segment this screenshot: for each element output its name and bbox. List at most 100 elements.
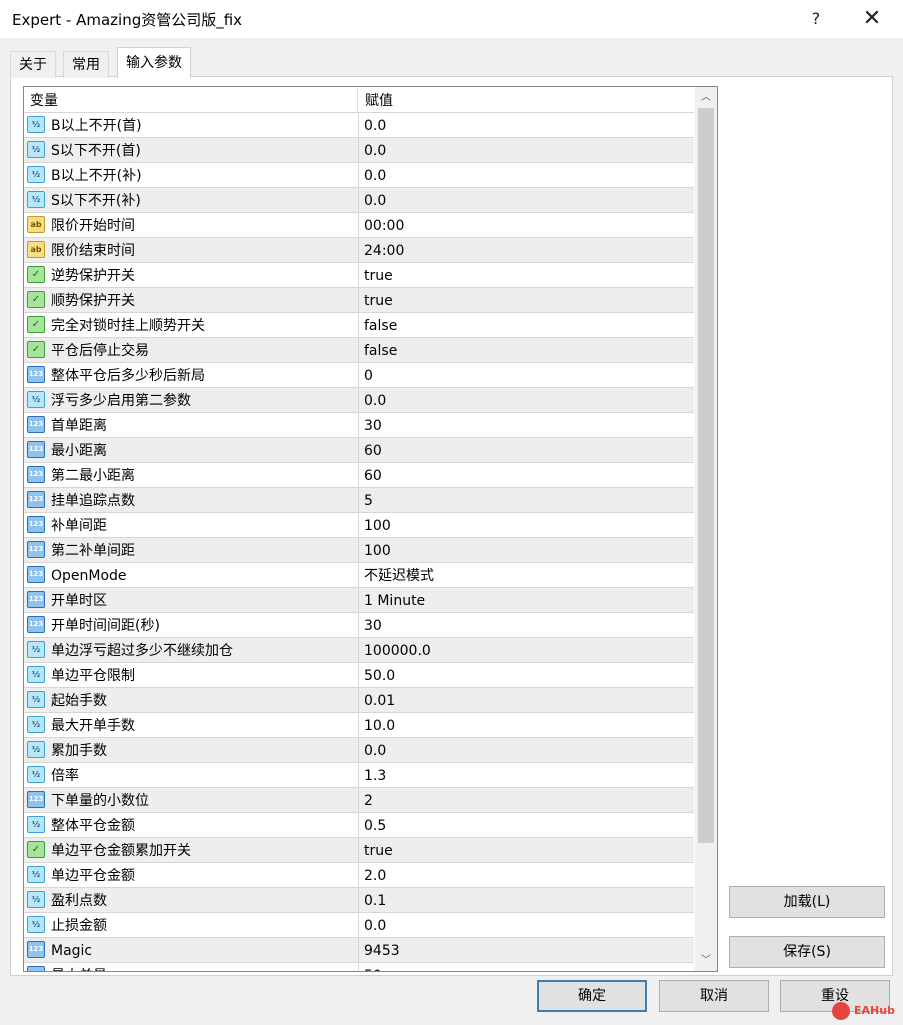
- string-type-icon: ab: [27, 216, 45, 233]
- parameter-row[interactable]: 123 第二补单间距 100: [24, 537, 694, 562]
- column-divider: [358, 338, 359, 362]
- column-divider: [358, 138, 359, 162]
- int-type-icon: 123: [27, 941, 45, 958]
- column-header-value[interactable]: 赋值: [358, 87, 694, 112]
- ok-button[interactable]: 确定: [537, 980, 647, 1012]
- parameter-row[interactable]: 123 Magic 9453: [24, 937, 694, 962]
- scroll-down-arrow-icon[interactable]: ﹀: [695, 951, 717, 971]
- parameter-value[interactable]: 100000.0: [364, 638, 690, 662]
- parameter-row[interactable]: ✓ 平仓后停止交易 false: [24, 337, 694, 362]
- parameter-value[interactable]: 24:00: [364, 238, 690, 262]
- parameter-value[interactable]: 0.0: [364, 188, 690, 212]
- parameter-value[interactable]: 2: [364, 788, 690, 812]
- parameter-value[interactable]: 00:00: [364, 213, 690, 237]
- parameter-value[interactable]: 1 Minute: [364, 588, 690, 612]
- parameter-row[interactable]: 123 OpenMode 不延迟模式: [24, 562, 694, 587]
- parameter-row[interactable]: 123 开单时间间距(秒) 30: [24, 612, 694, 637]
- parameter-value[interactable]: true: [364, 263, 690, 287]
- parameter-value[interactable]: 100: [364, 513, 690, 537]
- parameter-row[interactable]: 123 最大单量 50: [24, 962, 694, 971]
- parameter-row[interactable]: 123 挂单追踪点数 5: [24, 487, 694, 512]
- parameter-row[interactable]: ½ S以下不开(补) 0.0: [24, 187, 694, 212]
- parameter-value[interactable]: 100: [364, 538, 690, 562]
- parameter-value[interactable]: 0.0: [364, 113, 690, 137]
- parameter-row[interactable]: 123 最小距离 60: [24, 437, 694, 462]
- column-divider: [358, 213, 359, 237]
- parameter-value[interactable]: 0.0: [364, 138, 690, 162]
- parameter-row[interactable]: ✓ 完全对锁时挂上顺势开关 false: [24, 312, 694, 337]
- parameter-row[interactable]: ½ 盈利点数 0.1: [24, 887, 694, 912]
- scroll-up-arrow-icon[interactable]: ︿: [695, 88, 717, 108]
- parameter-row[interactable]: ½ B以上不开(补) 0.0: [24, 162, 694, 187]
- parameter-value[interactable]: 10.0: [364, 713, 690, 737]
- cancel-button[interactable]: 取消: [659, 980, 769, 1012]
- parameter-value[interactable]: true: [364, 838, 690, 862]
- parameter-name: 第二最小距离: [51, 468, 135, 484]
- parameter-value[interactable]: 60: [364, 438, 690, 462]
- parameter-value[interactable]: 0.0: [364, 913, 690, 937]
- parameter-row[interactable]: 123 整体平仓后多少秒后新局 0: [24, 362, 694, 387]
- parameter-row[interactable]: ½ 止损金额 0.0: [24, 912, 694, 937]
- parameter-row[interactable]: ✓ 顺势保护开关 true: [24, 287, 694, 312]
- parameter-row[interactable]: ½ S以下不开(首) 0.0: [24, 137, 694, 162]
- column-header-variable[interactable]: 变量: [24, 87, 358, 112]
- column-divider: [358, 663, 359, 687]
- parameter-value[interactable]: 0.5: [364, 813, 690, 837]
- watermark: EAHub: [832, 1000, 900, 1022]
- parameter-value[interactable]: false: [364, 338, 690, 362]
- parameter-value[interactable]: 0.0: [364, 163, 690, 187]
- float-type-icon: ½: [27, 666, 45, 683]
- parameter-value[interactable]: 9453: [364, 938, 690, 962]
- parameter-value[interactable]: true: [364, 288, 690, 312]
- parameter-row[interactable]: ab 限价开始时间 00:00: [24, 212, 694, 237]
- parameter-row[interactable]: 123 下单量的小数位 2: [24, 787, 694, 812]
- parameter-row[interactable]: ½ 单边浮亏超过多少不继续加仓 100000.0: [24, 637, 694, 662]
- parameter-value[interactable]: 50: [364, 963, 690, 971]
- parameter-value[interactable]: 0.0: [364, 388, 690, 412]
- parameter-row[interactable]: ½ 单边平仓金额 2.0: [24, 862, 694, 887]
- parameter-value[interactable]: 不延迟模式: [364, 563, 690, 587]
- load-button[interactable]: 加载(L): [729, 886, 885, 918]
- parameter-row[interactable]: ½ 单边平仓限制 50.0: [24, 662, 694, 687]
- parameter-row[interactable]: 123 补单间距 100: [24, 512, 694, 537]
- parameter-value[interactable]: 0.0: [364, 738, 690, 762]
- parameter-row[interactable]: ½ 整体平仓金额 0.5: [24, 812, 694, 837]
- parameter-row[interactable]: 123 第二最小距离 60: [24, 462, 694, 487]
- parameter-value[interactable]: 0: [364, 363, 690, 387]
- tab-about[interactable]: 关于: [10, 51, 56, 78]
- parameter-value[interactable]: 1.3: [364, 763, 690, 787]
- parameter-row[interactable]: 123 开单时区 1 Minute: [24, 587, 694, 612]
- parameter-value[interactable]: 60: [364, 463, 690, 487]
- bool-type-icon: ✓: [27, 316, 45, 333]
- tab-common[interactable]: 常用: [63, 51, 109, 78]
- parameter-row[interactable]: ½ 起始手数 0.01: [24, 687, 694, 712]
- parameter-value[interactable]: 30: [364, 413, 690, 437]
- help-button[interactable]: ?: [796, 5, 836, 33]
- close-button[interactable]: ✕: [852, 5, 892, 33]
- parameter-name: 开单时区: [51, 593, 107, 609]
- parameter-row[interactable]: ½ 浮亏多少启用第二参数 0.0: [24, 387, 694, 412]
- parameter-value[interactable]: 0.1: [364, 888, 690, 912]
- parameter-row[interactable]: 123 首单距离 30: [24, 412, 694, 437]
- parameter-name: 首单距离: [51, 418, 107, 434]
- parameter-row[interactable]: ½ 最大开单手数 10.0: [24, 712, 694, 737]
- parameter-value[interactable]: 30: [364, 613, 690, 637]
- parameter-value[interactable]: 0.01: [364, 688, 690, 712]
- scroll-thumb[interactable]: [698, 108, 714, 843]
- tab-inputs[interactable]: 输入参数: [117, 47, 191, 78]
- save-button[interactable]: 保存(S): [729, 936, 885, 968]
- parameter-value[interactable]: 50.0: [364, 663, 690, 687]
- parameter-row[interactable]: ✓ 单边平仓金额累加开关 true: [24, 837, 694, 862]
- parameter-value[interactable]: 2.0: [364, 863, 690, 887]
- column-divider: [358, 263, 359, 287]
- column-divider: [358, 113, 359, 137]
- parameter-row[interactable]: ½ 累加手数 0.0: [24, 737, 694, 762]
- parameter-value[interactable]: false: [364, 313, 690, 337]
- parameter-value[interactable]: 5: [364, 488, 690, 512]
- float-type-icon: ½: [27, 191, 45, 208]
- vertical-scrollbar[interactable]: ︿ ﹀: [695, 87, 717, 971]
- parameter-row[interactable]: ✓ 逆势保护开关 true: [24, 262, 694, 287]
- parameter-row[interactable]: ab 限价结束时间 24:00: [24, 237, 694, 262]
- parameter-row[interactable]: ½ 倍率 1.3: [24, 762, 694, 787]
- parameter-row[interactable]: ½ B以上不开(首) 0.0: [24, 112, 694, 137]
